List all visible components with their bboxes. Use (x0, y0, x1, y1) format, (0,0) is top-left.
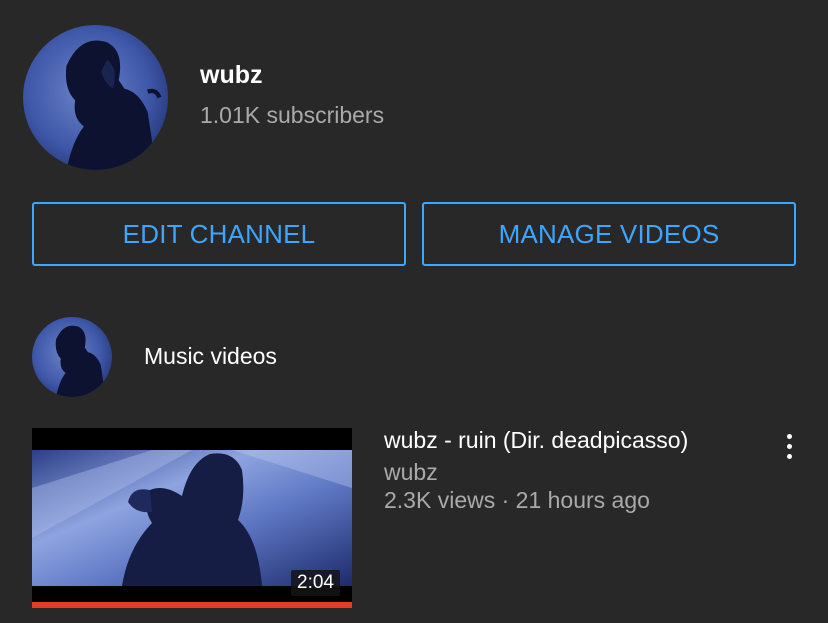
video-duration: 2:04 (291, 570, 340, 596)
manage-videos-button[interactable]: MANAGE VIDEOS (422, 202, 796, 266)
channel-page: wubz 1.01K subscribers EDIT CHANNEL MANA… (0, 0, 828, 623)
video-channel-name: wubz (384, 459, 438, 485)
hooded-figure-avatar-icon (23, 25, 168, 170)
channel-name: wubz (200, 61, 263, 89)
more-vert-icon[interactable] (772, 428, 806, 464)
watch-progress-fill (32, 602, 352, 608)
menu-dot (786, 453, 792, 459)
channel-avatar[interactable] (23, 25, 168, 170)
video-title[interactable]: wubz - ruin (Dir. deadpicasso) (384, 425, 688, 455)
playlist-avatar[interactable] (32, 317, 112, 397)
menu-dot (786, 443, 792, 449)
hooded-figure-avatar-icon (32, 317, 112, 397)
edit-channel-button[interactable]: EDIT CHANNEL (32, 202, 406, 266)
video-thumbnail[interactable]: 2:04 (32, 428, 352, 608)
subscriber-count: 1.01K subscribers (200, 102, 385, 128)
playlist-title[interactable]: Music videos (144, 341, 277, 371)
watch-progress-track (32, 602, 352, 608)
menu-dot (786, 433, 792, 439)
video-meta: 2.3K views · 21 hours ago (384, 487, 650, 513)
